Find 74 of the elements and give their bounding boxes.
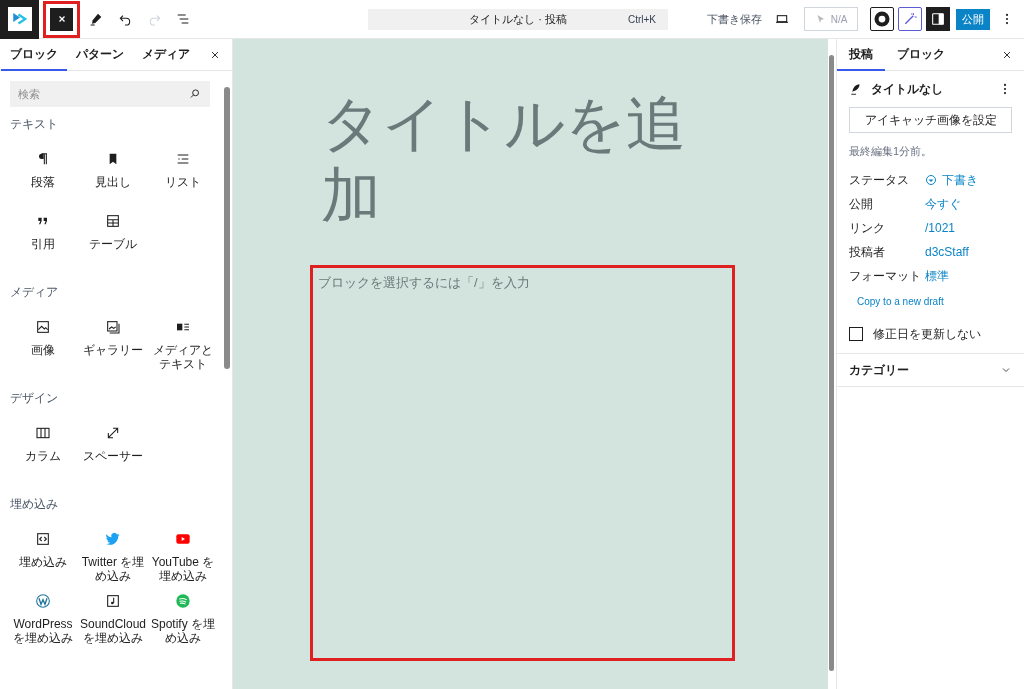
field-label: 投稿者 bbox=[849, 243, 886, 261]
gallery-icon bbox=[105, 319, 121, 335]
field-value-link[interactable]: d3cStaff bbox=[925, 242, 969, 261]
bird-icon bbox=[105, 531, 121, 547]
block-item[interactable]: テーブル bbox=[78, 213, 148, 251]
panel-toggle[interactable]: カテゴリー bbox=[837, 353, 1024, 387]
category-heading: 埋め込み bbox=[10, 496, 59, 511]
command-bar[interactable]: タイトルなし · 投稿 Ctrl+K bbox=[368, 8, 668, 30]
paragraph-block[interactable]: ブロックを選択するには「/」を入力 bbox=[310, 265, 735, 661]
post-title: タイトルなし bbox=[871, 81, 943, 98]
sidebar-tab[interactable]: 投稿 bbox=[837, 38, 885, 71]
category-heading: テキスト bbox=[10, 116, 59, 131]
list-icon bbox=[175, 151, 191, 167]
copy-draft-link[interactable]: Copy to a new draft bbox=[857, 293, 944, 309]
block-item[interactable]: 埋め込み bbox=[8, 531, 78, 569]
category-heading: メディア bbox=[10, 284, 59, 299]
checkbox[interactable] bbox=[849, 326, 863, 341]
video-play-icon bbox=[175, 531, 191, 547]
block-item[interactable]: ギャラリー bbox=[78, 319, 148, 357]
plugin-button[interactable] bbox=[870, 7, 894, 31]
scrollbar[interactable] bbox=[829, 55, 834, 671]
sidebar-icon bbox=[930, 11, 946, 27]
pen-icon bbox=[88, 11, 104, 27]
block-item[interactable]: 引用 bbox=[8, 213, 78, 251]
music-note-icon bbox=[105, 593, 121, 609]
inserter-tab[interactable]: ブロック bbox=[1, 38, 67, 71]
field-value-link[interactable]: 今すぐ bbox=[925, 194, 961, 213]
field-label: リンク bbox=[849, 219, 886, 237]
field-value-link[interactable]: 標準 bbox=[925, 266, 949, 285]
resize-arrow-icon bbox=[105, 425, 121, 441]
embed-icon bbox=[35, 531, 51, 547]
image-icon bbox=[35, 319, 51, 335]
block-item[interactable]: スペーサー bbox=[78, 425, 148, 463]
circle-logo-icon bbox=[873, 10, 891, 28]
block-placeholder: ブロックを選択するには「/」を入力 bbox=[318, 275, 530, 290]
category-heading: デザイン bbox=[10, 390, 59, 405]
field-label: 公開 bbox=[849, 195, 874, 213]
columns-icon bbox=[35, 425, 51, 441]
block-item[interactable]: WordPress を埋め込み bbox=[8, 593, 78, 645]
last-edited-text: 最終編集1分前。 bbox=[849, 144, 934, 159]
block-item[interactable]: 見出し bbox=[78, 151, 148, 189]
block-item[interactable]: YouTube を埋め込み bbox=[148, 531, 218, 583]
sidebar-tab[interactable]: ブロック bbox=[885, 38, 957, 71]
list-view-icon bbox=[175, 11, 191, 27]
search-icon bbox=[188, 87, 202, 101]
block-item[interactable]: Twitter を埋め込み bbox=[78, 531, 148, 583]
table-icon bbox=[105, 213, 121, 229]
block-item[interactable]: メディアとテキスト bbox=[148, 319, 218, 371]
block-item[interactable]: SoundCloud を埋め込み bbox=[78, 593, 148, 645]
block-item[interactable]: リスト bbox=[148, 151, 218, 189]
inserter-tab[interactable]: メディア bbox=[133, 38, 199, 71]
save-draft-link[interactable]: 下書き保存 bbox=[707, 10, 762, 28]
search-field[interactable]: 検索 bbox=[10, 81, 210, 107]
block-item[interactable]: Spotify を埋め込み bbox=[148, 593, 218, 645]
checkbox-label: 修正日を更新しない bbox=[873, 325, 981, 343]
site-logo[interactable] bbox=[0, 0, 39, 39]
field-label: ステータス bbox=[849, 171, 910, 189]
field-value-link[interactable]: 下書き bbox=[942, 170, 978, 189]
w-logo-icon bbox=[35, 593, 51, 609]
scrollbar[interactable] bbox=[224, 87, 230, 369]
publish-button[interactable]: 公開 bbox=[956, 8, 990, 30]
featured-image-button[interactable]: アイキャッチ画像を設定 bbox=[849, 107, 1012, 133]
inserter-tab[interactable]: パターン bbox=[67, 38, 133, 71]
block-item[interactable]: 段落 bbox=[8, 151, 78, 189]
field-value-link[interactable]: /1021 bbox=[925, 218, 956, 237]
block-item[interactable]: カラム bbox=[8, 425, 78, 463]
settings-button[interactable] bbox=[926, 7, 950, 31]
magic-wand-button[interactable] bbox=[898, 7, 922, 31]
draft-status-icon bbox=[925, 173, 937, 186]
music-circle-icon bbox=[175, 593, 191, 609]
field-label: フォーマット bbox=[849, 267, 922, 285]
close-button[interactable] bbox=[50, 7, 73, 31]
magic-wand-icon bbox=[902, 11, 918, 27]
block-item[interactable]: 画像 bbox=[8, 319, 78, 357]
